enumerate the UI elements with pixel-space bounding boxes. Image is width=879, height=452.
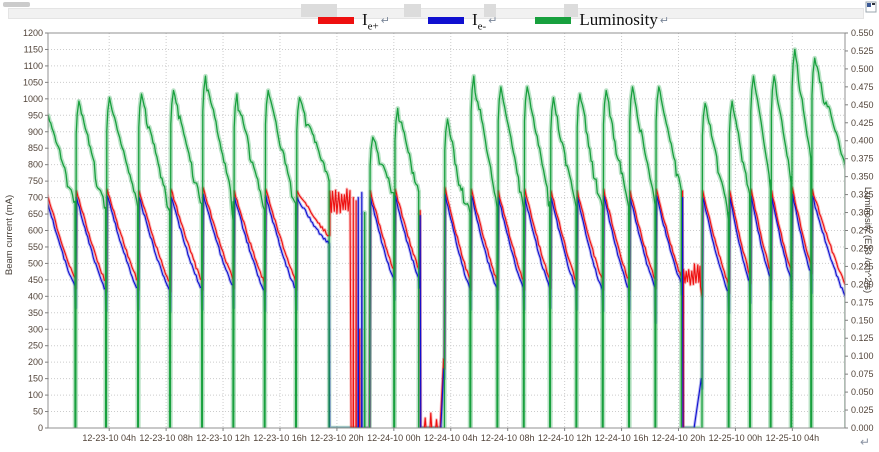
legend-item-e-plus: Ie+ ↵ [318, 10, 390, 36]
svg-text:0.025: 0.025 [851, 405, 874, 415]
legend-item-e-minus: Ie- ↵ [428, 10, 497, 36]
svg-text:1000: 1000 [23, 94, 43, 104]
legend-swatch-luminosity [535, 17, 571, 24]
svg-text:0.525: 0.525 [851, 46, 874, 56]
svg-text:12-25-10 00h: 12-25-10 00h [709, 433, 763, 443]
svg-text:0.125: 0.125 [851, 333, 874, 343]
svg-text:700: 700 [28, 193, 43, 203]
svg-text:900: 900 [28, 127, 43, 137]
svg-text:1150: 1150 [24, 44, 43, 54]
legend-swatch-e-minus [428, 17, 464, 24]
svg-text:850: 850 [28, 143, 43, 153]
svg-text:12-24-10 00h: 12-24-10 00h [367, 433, 421, 443]
svg-text:100: 100 [28, 390, 43, 400]
svg-text:12-24-10 12h: 12-24-10 12h [538, 433, 592, 443]
svg-text:0.000: 0.000 [851, 423, 874, 433]
svg-text:12-23-10 16h: 12-23-10 16h [253, 433, 307, 443]
svg-text:0.500: 0.500 [851, 64, 874, 74]
return-mark-icon: ↵ [660, 14, 669, 27]
svg-text:250: 250 [28, 341, 43, 351]
svg-text:0.550: 0.550 [851, 28, 874, 38]
svg-text:0.450: 0.450 [851, 100, 874, 110]
svg-text:600: 600 [28, 226, 43, 236]
y-axis-title-right: Luminosity (E33 /cm^2/s) [861, 160, 873, 320]
svg-text:650: 650 [28, 209, 43, 219]
svg-text:50: 50 [33, 407, 43, 417]
legend-item-luminosity: Luminosity ↵ [535, 10, 669, 36]
svg-text:0.100: 0.100 [851, 351, 874, 361]
svg-text:12-23-10 08h: 12-23-10 08h [139, 433, 193, 443]
return-mark-icon: ↵ [381, 14, 390, 27]
legend-label-luminosity: Luminosity [579, 10, 657, 36]
svg-text:0.425: 0.425 [851, 118, 874, 128]
svg-text:800: 800 [28, 160, 43, 170]
svg-text:200: 200 [28, 357, 43, 367]
paragraph-return-icon: ↵ [860, 435, 870, 449]
chart-canvas: 0 50 100 150 200 250 300 350 400 450 500 550 600 650 7… [0, 0, 879, 452]
legend-swatch-e-plus [318, 17, 354, 24]
svg-text:150: 150 [28, 374, 43, 384]
svg-text:12-24-10 08h: 12-24-10 08h [481, 433, 535, 443]
svg-text:12-23-10 20h: 12-23-10 20h [310, 433, 364, 443]
svg-text:550: 550 [28, 242, 43, 252]
svg-text:1200: 1200 [23, 28, 43, 38]
legend-label-e-plus: Ie+ [362, 10, 379, 36]
svg-text:0.075: 0.075 [851, 369, 874, 379]
document-page: 0 50 100 150 200 250 300 350 400 450 500 550 600 650 7… [0, 0, 879, 452]
svg-text:350: 350 [28, 308, 43, 318]
svg-text:0: 0 [38, 423, 43, 433]
svg-text:12-24-10 16h: 12-24-10 16h [595, 433, 649, 443]
chart-legend: Ie+ ↵ Ie- ↵ Luminosity ↵ [318, 10, 669, 36]
svg-text:1050: 1050 [23, 77, 43, 87]
svg-text:12-23-10 04h: 12-23-10 04h [82, 433, 136, 443]
svg-text:300: 300 [28, 324, 43, 334]
svg-text:400: 400 [28, 291, 43, 301]
svg-text:12-25-10 04h: 12-25-10 04h [766, 433, 820, 443]
svg-text:750: 750 [28, 176, 43, 186]
svg-text:1100: 1100 [24, 61, 43, 71]
svg-text:12-24-10 04h: 12-24-10 04h [424, 433, 478, 443]
svg-text:12-23-10 12h: 12-23-10 12h [196, 433, 250, 443]
return-mark-icon: ↵ [488, 14, 497, 27]
legend-label-e-minus: Ie- [472, 10, 486, 36]
svg-text:500: 500 [28, 258, 43, 268]
svg-text:0.475: 0.475 [851, 82, 874, 92]
svg-text:0.400: 0.400 [851, 136, 874, 146]
svg-text:12-24-10 20h: 12-24-10 20h [652, 433, 706, 443]
svg-text:0.050: 0.050 [851, 387, 874, 397]
svg-text:450: 450 [28, 275, 43, 285]
y-axis-title-left: Beam current (mA) [4, 155, 16, 315]
svg-text:950: 950 [28, 110, 43, 120]
